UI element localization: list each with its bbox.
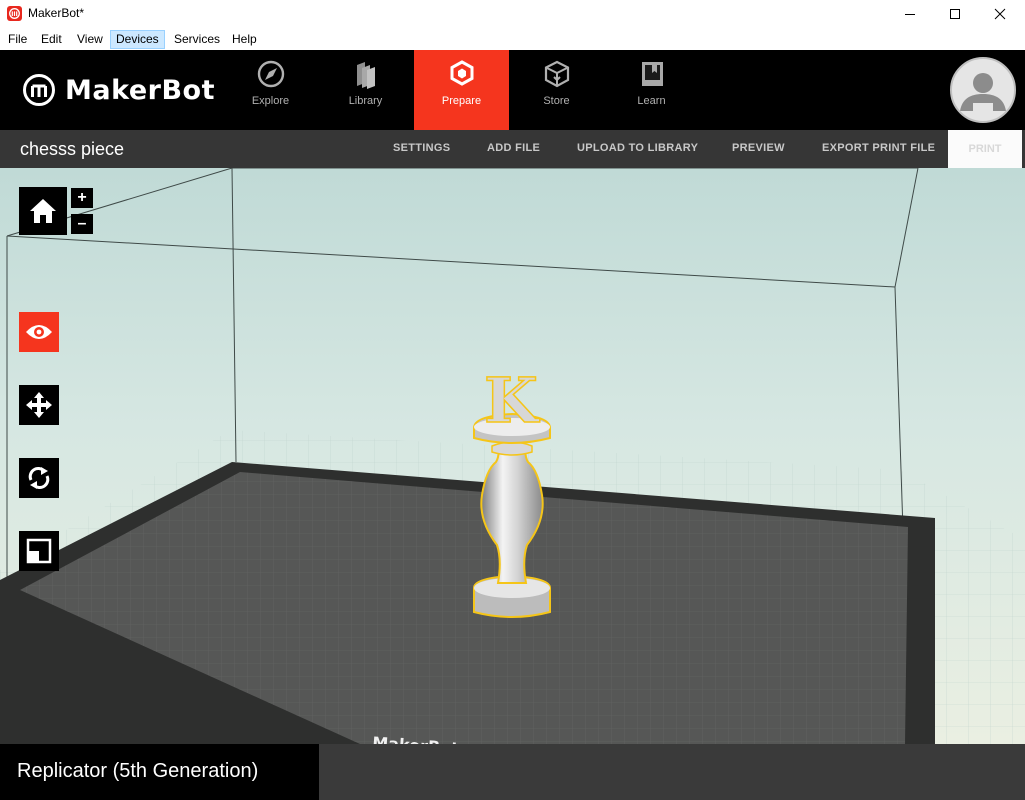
menu-help[interactable]: Help: [227, 30, 262, 49]
rotate-icon: [28, 467, 50, 489]
top-navigation: MakerBot Explore Library Prepare Store L…: [0, 50, 1025, 130]
project-title[interactable]: chesss piece: [20, 139, 124, 160]
move-tool-button[interactable]: [19, 385, 59, 425]
zoom-in-button[interactable]: +: [71, 188, 93, 208]
menu-devices[interactable]: Devices: [110, 30, 165, 49]
menu-services[interactable]: Services: [169, 30, 225, 49]
menu-edit[interactable]: Edit: [36, 30, 67, 49]
maximize-icon: [950, 9, 960, 19]
zoom-out-button[interactable]: –: [71, 214, 93, 234]
tab-prepare-label: Prepare: [441, 95, 482, 107]
printer-name: Replicator (5th Generation): [17, 760, 259, 782]
tab-store[interactable]: Store: [509, 50, 604, 130]
build-scene: MakerBot K: [0, 168, 1025, 744]
minimize-icon: [905, 14, 915, 15]
scale-icon: [26, 538, 52, 564]
build-viewport[interactable]: MakerBot K + –: [0, 168, 1025, 744]
window-title: MakerBot*: [28, 6, 85, 20]
menu-view[interactable]: View: [72, 30, 108, 49]
close-button[interactable]: [977, 0, 1023, 28]
makerbot-app-icon: [7, 6, 22, 21]
printer-selector[interactable]: Replicator (5th Generation): [0, 744, 319, 800]
preview-button[interactable]: PREVIEW: [732, 142, 785, 154]
library-icon: [357, 62, 375, 89]
tab-store-label: Store: [543, 95, 570, 107]
logo-text: MakerBot: [65, 74, 215, 106]
chess-piece-model[interactable]: K: [473, 363, 551, 618]
export-print-file-button[interactable]: EXPORT PRINT FILE: [822, 142, 935, 154]
model-letter: K: [484, 364, 540, 437]
tab-explore[interactable]: Explore: [223, 50, 318, 130]
user-avatar[interactable]: [950, 57, 1016, 123]
compass-icon: [257, 60, 285, 88]
look-tool-button[interactable]: [19, 312, 59, 352]
home-icon: [30, 199, 56, 223]
add-file-button[interactable]: ADD FILE: [487, 142, 540, 154]
maximize-button[interactable]: [932, 0, 978, 28]
bottom-bar: Replicator (5th Generation): [0, 744, 1025, 800]
makerbot-logo: MakerBot: [22, 73, 215, 107]
title-bar: MakerBot*: [0, 0, 1025, 28]
project-toolbar: chesss piece SETTINGS ADD FILE UPLOAD TO…: [0, 130, 1025, 168]
tab-library-label: Library: [348, 95, 383, 107]
learn-book-icon: [642, 62, 663, 86]
menu-bar: File Edit View Devices Services Help: [0, 28, 1025, 50]
move-icon: [26, 392, 52, 418]
eye-icon: [26, 325, 52, 339]
tab-explore-label: Explore: [251, 95, 290, 107]
settings-button[interactable]: SETTINGS: [393, 142, 450, 154]
tab-library[interactable]: Library: [318, 50, 413, 130]
home-view-button[interactable]: [19, 187, 67, 235]
user-avatar-icon: [960, 73, 1006, 113]
scale-tool-button[interactable]: [19, 531, 59, 571]
print-button[interactable]: PRINT: [948, 130, 1022, 168]
menu-file[interactable]: File: [3, 30, 32, 49]
tab-prepare[interactable]: Prepare: [414, 50, 509, 130]
rotate-tool-button[interactable]: [19, 458, 59, 498]
tab-learn-label: Learn: [637, 95, 666, 107]
prepare-cube-icon: [450, 60, 474, 86]
makerbot-logo-icon: [23, 74, 55, 106]
minimize-button[interactable]: [887, 0, 933, 28]
store-box-icon: [544, 60, 570, 88]
tab-learn[interactable]: Learn: [604, 50, 699, 130]
upload-to-library-button[interactable]: UPLOAD TO LIBRARY: [577, 142, 698, 154]
close-icon: [994, 8, 1006, 20]
